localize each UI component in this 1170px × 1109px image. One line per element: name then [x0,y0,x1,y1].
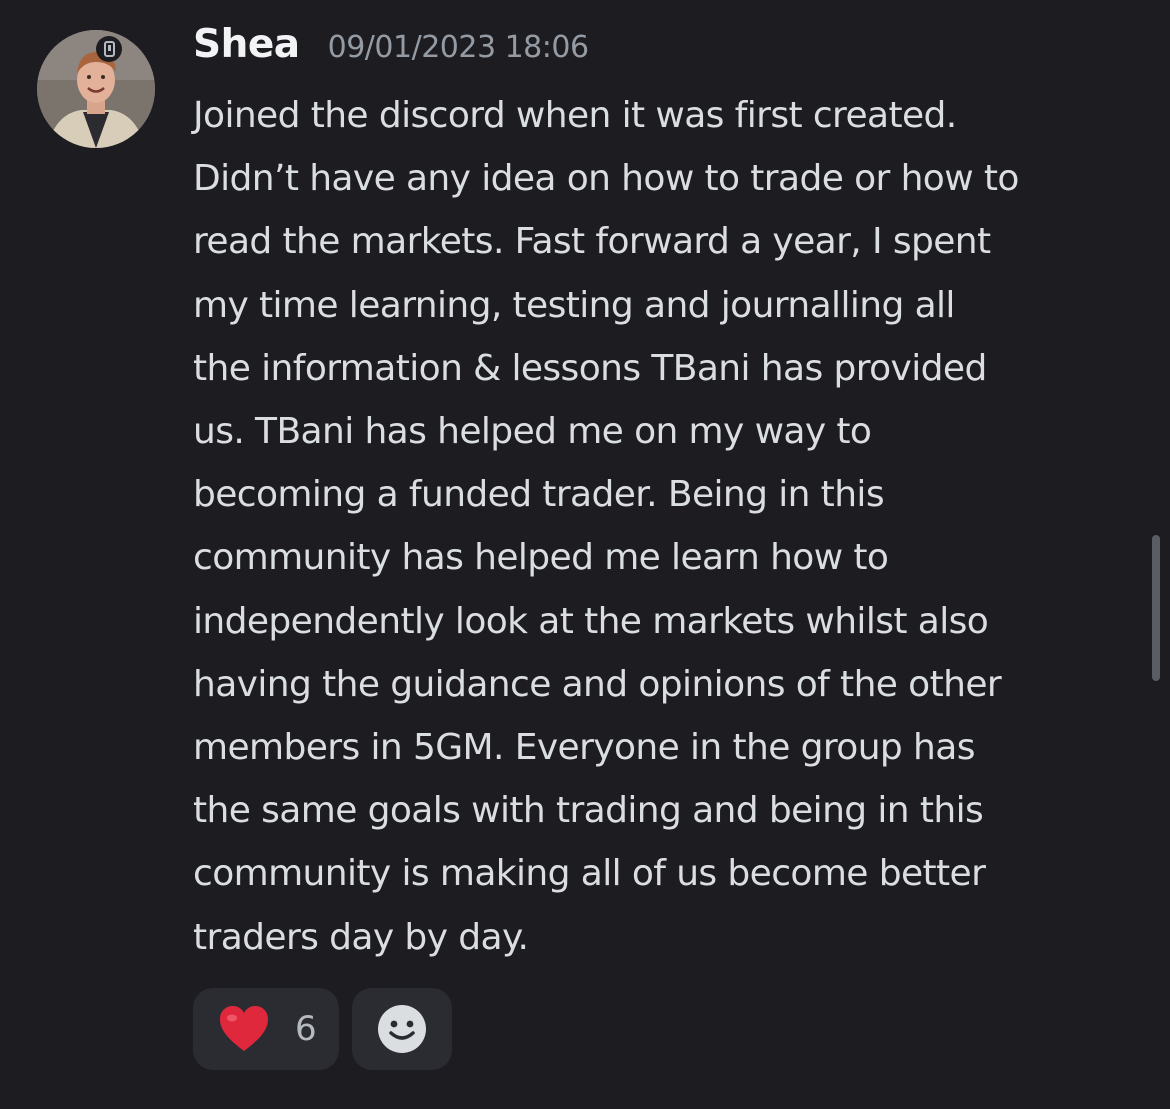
message-line: becoming a funded trader. Being in this [193,474,885,516]
message-line: the same goals with trading and being in… [193,790,984,832]
message-header: Shea 09/01/2023 18:06 [193,22,589,78]
message-line: my time learning, testing and journallin… [193,284,955,326]
message-content: Joined the discord when it was first cre… [193,84,1138,969]
smiley-icon [378,1005,426,1053]
message-line: Didn’t have any idea on how to trade or … [193,158,1019,200]
reaction-bar: 6 [193,988,452,1070]
message-timestamp: 09/01/2023 18:06 [327,30,589,65]
reaction-heart[interactable]: 6 [193,988,339,1070]
message-line: Joined the discord when it was first cre… [193,95,957,136]
message-line: us. TBani has helped me on my way to [193,411,872,453]
add-reaction-button[interactable] [352,988,452,1070]
message-line: community is making all of us become bet… [193,853,986,895]
message-line: read the markets. Fast forward a year, I… [193,221,991,263]
heart-emoji-icon [220,1006,268,1051]
message-line: independently look at the markets whilst… [193,600,989,642]
mobile-status-badge [96,36,122,62]
message-line: community has helped me learn how to [193,537,889,579]
chat-message: Shea 09/01/2023 18:06 Joined the discord… [0,0,1170,1109]
reaction-count: 6 [295,1009,317,1049]
author-name[interactable]: Shea [193,22,300,67]
message-line: the information & lessons TBani has prov… [193,347,987,389]
message-line: having the guidance and opinions of the … [193,663,1002,705]
message-line: members in 5GM. Everyone in the group ha… [193,727,975,769]
message-line: traders day by day. [193,916,529,958]
scrollbar-thumb[interactable] [1152,535,1160,681]
mobile-phone-icon [103,41,115,57]
